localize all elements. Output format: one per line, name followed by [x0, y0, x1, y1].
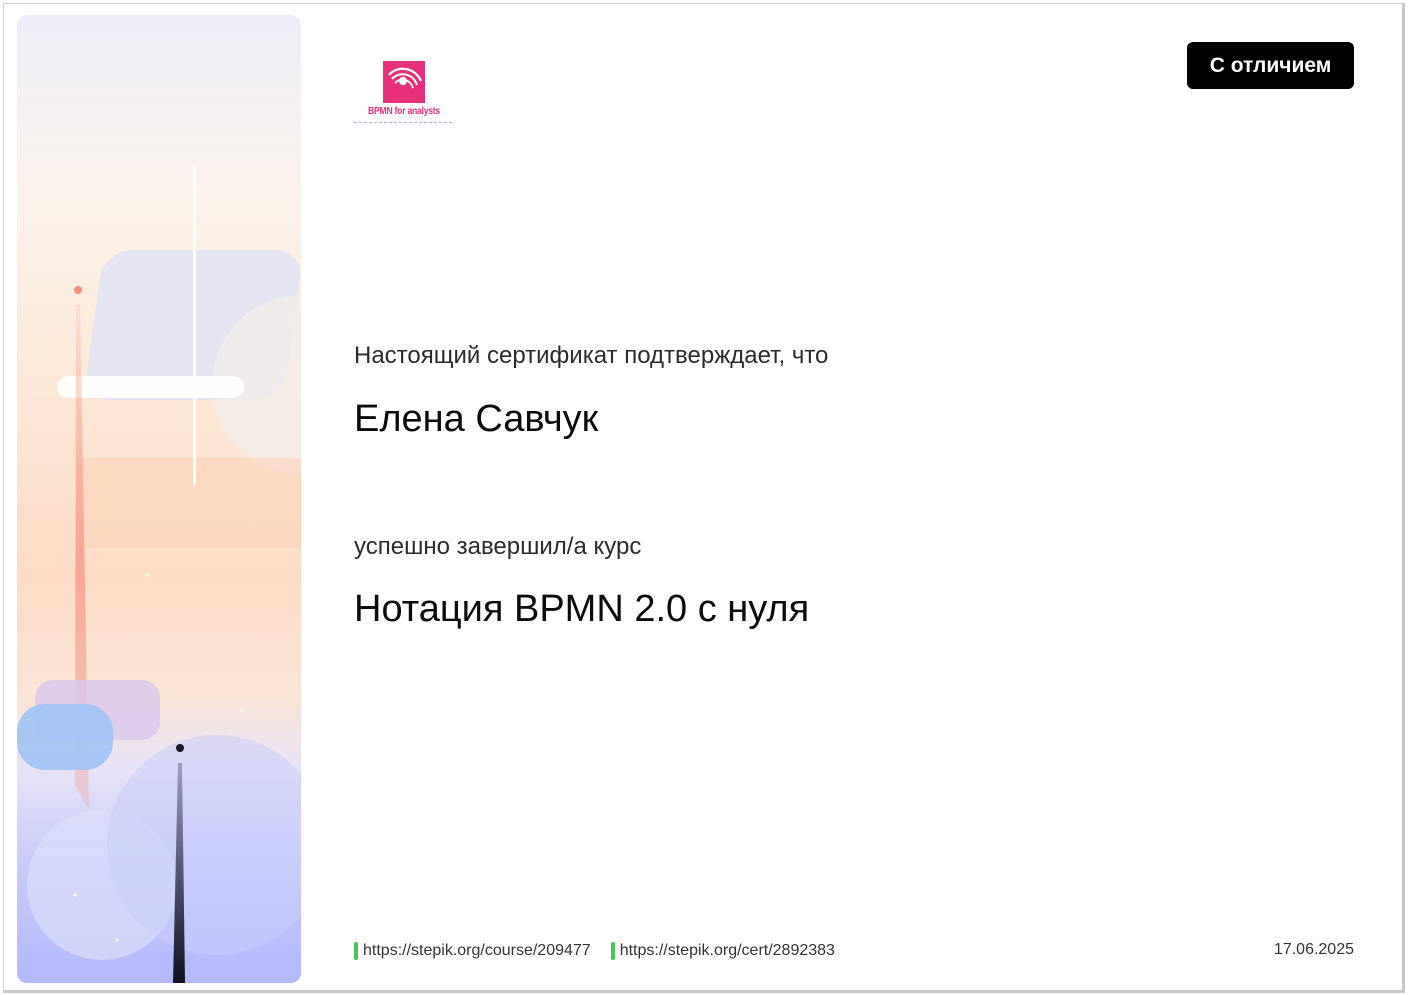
logo-underline — [354, 122, 452, 123]
footer-links: https://stepik.org/course/209477 https:/… — [354, 940, 835, 962]
logo-text: BPMN for analysts — [368, 105, 440, 117]
course-link-text: https://stepik.org/course/209477 — [363, 942, 591, 959]
honors-badge: С отличием — [1187, 42, 1354, 89]
cert-link[interactable]: https://stepik.org/cert/2892383 — [610, 942, 835, 960]
completed-text: успешно завершил/а курс — [354, 533, 642, 560]
confirm-text: Настоящий сертификат подтверждает, что — [354, 342, 829, 369]
bpmn-logo: BPMN for analysts — [354, 59, 454, 125]
decorative-side-panel — [17, 15, 301, 983]
bpmn-logo-icon — [383, 61, 425, 103]
decorative-artwork — [17, 165, 301, 983]
recipient-name: Елена Савчук — [354, 398, 599, 440]
course-link[interactable]: https://stepik.org/course/209477 — [354, 942, 591, 960]
issue-date: 17.06.2025 — [1273, 941, 1354, 958]
link-marker-icon — [610, 942, 615, 960]
link-marker-icon — [354, 942, 358, 960]
cert-link-text: https://stepik.org/cert/2892383 — [619, 942, 835, 959]
course-title: Нотация BPMN 2.0 с нуля — [354, 588, 810, 630]
